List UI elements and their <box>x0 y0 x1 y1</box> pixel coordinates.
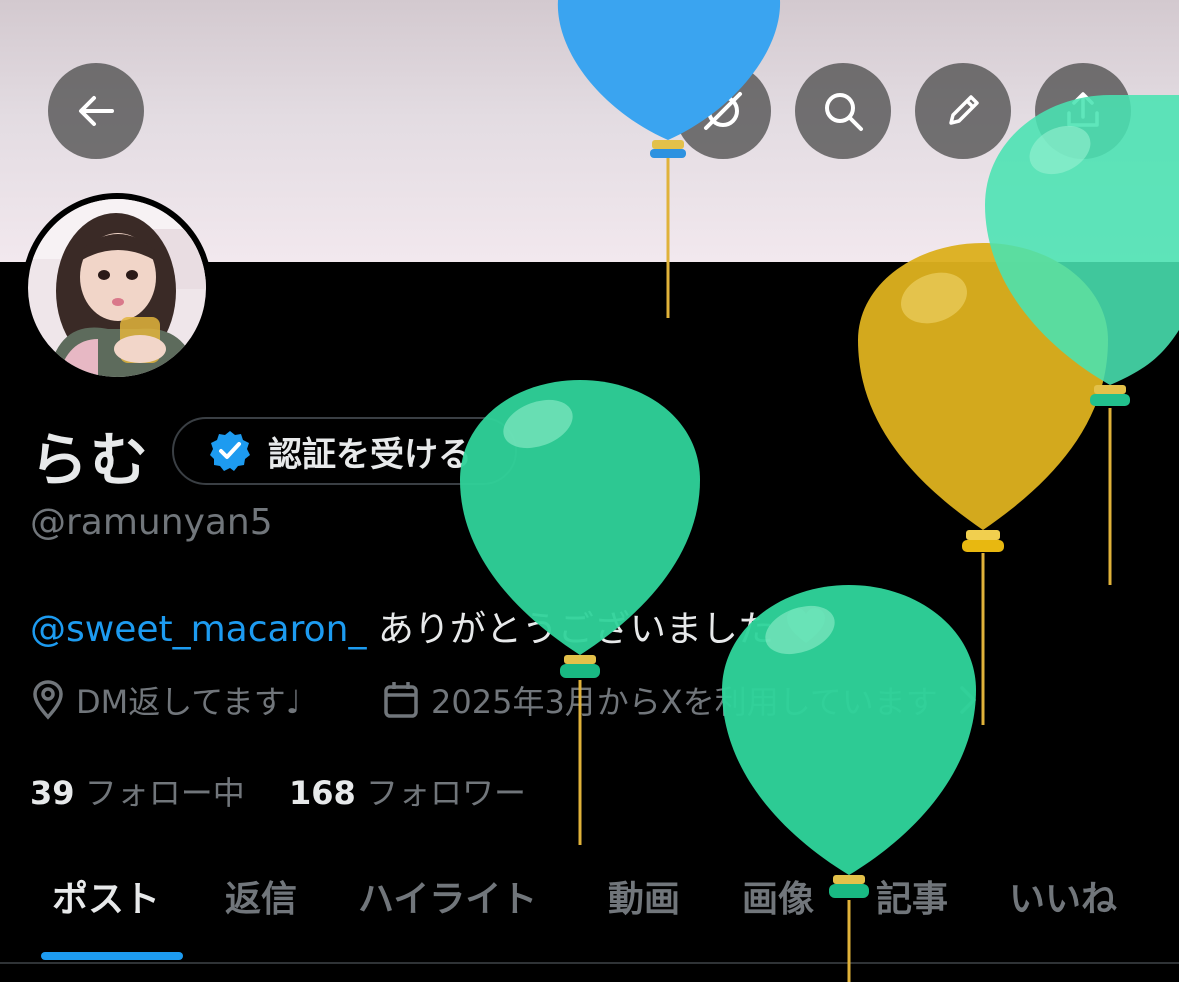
get-verified-label: 認証を受ける <box>268 434 472 475</box>
chevron-right-icon <box>960 686 976 714</box>
following-link[interactable]: 39 フォロー中 <box>30 768 245 814</box>
profile-handle: @ramunyan5 <box>30 502 273 543</box>
get-verified-button[interactable]: 認証を受ける <box>172 417 517 485</box>
grok-button[interactable] <box>675 63 771 159</box>
tab-replies[interactable]: 返信 <box>225 870 297 922</box>
search-button[interactable] <box>795 63 891 159</box>
bio-text: ありがとうございました <box>377 609 774 650</box>
edit-button[interactable] <box>915 63 1011 159</box>
tab-highlights[interactable]: ハイライト <box>358 870 537 922</box>
profile-bio: @sweet_macaron_ ありがとうございました <box>30 600 827 652</box>
share-icon <box>1067 92 1099 127</box>
profile-tabs: ポスト 返信 ハイライト 動画 画像 記事 いいね <box>0 862 1179 962</box>
tabs-divider <box>0 962 1179 964</box>
following-label: フォロー中 <box>84 774 245 812</box>
tab-images[interactable]: 画像 <box>742 870 814 922</box>
green-heart-icon <box>787 608 826 643</box>
tab-posts[interactable]: ポスト <box>52 870 160 922</box>
location-text: DM返してます♩ <box>76 683 301 721</box>
location-pin-icon <box>33 680 63 720</box>
search-icon <box>825 93 863 131</box>
calendar-icon <box>384 682 418 718</box>
profile-name: らむ <box>30 426 151 494</box>
bio-mention-link[interactable]: @sweet_macaron_ <box>30 609 366 650</box>
followers-label: フォロワー <box>365 774 526 812</box>
arrow-left-icon <box>79 96 114 126</box>
grok-icon <box>704 92 742 130</box>
back-button[interactable] <box>48 63 144 159</box>
tab-articles[interactable]: 記事 <box>876 870 948 922</box>
joined-text: 2025年3月からXを利用しています <box>431 683 938 721</box>
profile-location: DM返してます♩ <box>30 677 301 723</box>
edit-icon <box>949 95 979 125</box>
avatar-image <box>28 199 206 377</box>
following-count: 39 <box>30 774 75 812</box>
share-button[interactable] <box>1035 63 1131 159</box>
avatar[interactable] <box>22 193 212 383</box>
profile-joined[interactable]: 2025年3月からXを利用しています <box>383 677 980 723</box>
verified-badge-icon <box>210 431 250 471</box>
active-tab-indicator <box>41 952 183 960</box>
followers-count: 168 <box>289 774 356 812</box>
balloon-yellow <box>858 243 1108 725</box>
followers-link[interactable]: 168 フォロワー <box>289 768 526 814</box>
tab-videos[interactable]: 動画 <box>608 870 680 922</box>
tab-likes[interactable]: いいね <box>1009 870 1117 922</box>
